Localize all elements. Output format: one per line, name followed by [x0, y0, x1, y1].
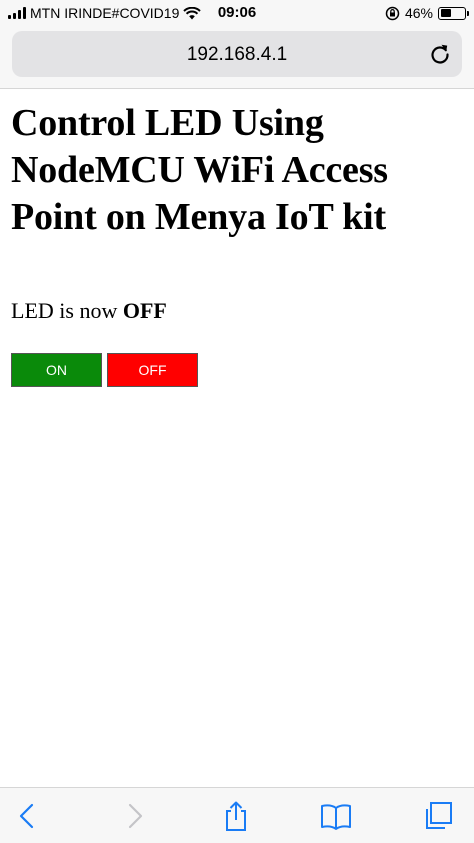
share-icon[interactable] — [220, 800, 252, 832]
forward-icon[interactable] — [118, 800, 150, 832]
tabs-icon[interactable] — [422, 800, 454, 832]
button-row: ON OFF — [11, 353, 463, 387]
back-icon[interactable] — [12, 800, 44, 832]
led-status-prefix: LED is now — [11, 298, 118, 323]
status-bar: MTN IRINDE#COVID19 09:06 46% — [0, 0, 474, 26]
on-button[interactable]: ON — [11, 353, 102, 387]
led-status-value: OFF — [122, 298, 167, 323]
battery-percent: 46% — [404, 5, 433, 21]
url-field[interactable]: 192.168.4.1 — [12, 31, 462, 77]
bookmarks-icon[interactable] — [320, 800, 352, 832]
orientation-lock-icon — [385, 6, 400, 20]
reload-icon[interactable] — [428, 42, 452, 66]
battery-icon — [438, 6, 469, 20]
browser-toolbar — [0, 787, 474, 843]
page-content: Control LED Using NodeMCU WiFi Access Po… — [11, 100, 463, 387]
url-text[interactable]: 192.168.4.1 — [12, 44, 462, 66]
browser-address-area: 192.168.4.1 — [0, 26, 474, 89]
led-status-text: LED is now OFF — [11, 298, 463, 324]
status-right: 46% — [385, 4, 469, 22]
page-title: Control LED Using NodeMCU WiFi Access Po… — [11, 102, 388, 238]
off-button[interactable]: OFF — [107, 353, 198, 387]
